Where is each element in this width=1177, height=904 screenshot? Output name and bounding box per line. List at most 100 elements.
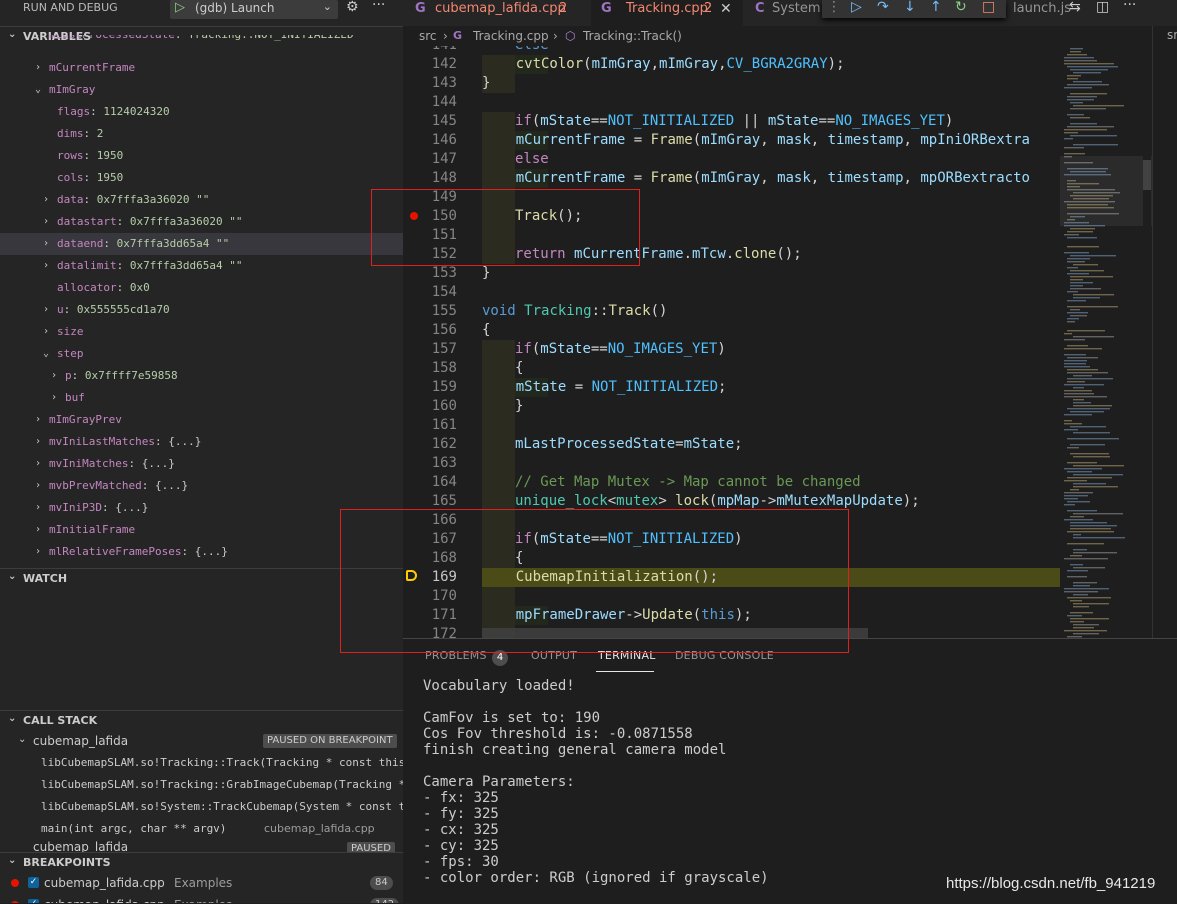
code-text[interactable]: // Get Map Mutex -> Map cannot be change… [515, 473, 861, 492]
code-editor[interactable]: 141else142 cvtColor(mImGray,mImGray,CV_B… [403, 46, 1060, 638]
variable-row[interactable]: cols: 1950 [0, 167, 403, 189]
variable-row[interactable]: › mImGrayPrev [0, 409, 403, 431]
checkbox-checked-icon[interactable]: ✓ [28, 899, 39, 903]
variable-row[interactable]: › size [0, 321, 403, 343]
code-line[interactable]: 152 return mCurrentFrame.mTcw.clone(); [403, 245, 1060, 264]
code-line[interactable]: 150 Track(); [403, 207, 1060, 226]
breakpoint-item[interactable]: ✓ cubemap_lafida.cpp Examples 142 [0, 894, 403, 903]
variable-row[interactable]: › dataend: 0x7fffa3dd65a4 "" [0, 233, 403, 255]
code-text[interactable]: else [515, 150, 549, 169]
code-text[interactable]: mCurrentFrame = Frame(mImGray, mask, tim… [482, 131, 1030, 150]
chevron-right-icon[interactable]: › [35, 453, 41, 475]
line-number[interactable]: 163 [403, 454, 457, 473]
code-line[interactable]: 160} [403, 397, 1060, 416]
scrollbar-thumb[interactable] [1143, 160, 1151, 190]
code-text[interactable]: } [515, 397, 523, 416]
line-number[interactable]: 157 [403, 340, 457, 359]
tab-terminal[interactable]: TERMINAL [598, 649, 656, 662]
variable-row[interactable]: ›mLastProcessedState: Tracking::NOT_INIT… [0, 35, 403, 47]
code-line[interactable]: 148 mCurrentFrame = Frame(mImGray, mask,… [403, 169, 1060, 188]
variable-row[interactable]: › datastart: 0x7fffa3a36020 "" [0, 211, 403, 233]
variable-row[interactable]: › datalimit: 0x7fffa3dd65a4 "" [0, 255, 403, 277]
tab-cubemap-lafida[interactable]: G cubemap_lafida.cpp 2 [403, 0, 591, 26]
code-line[interactable]: 158 { [403, 359, 1060, 378]
code-line[interactable]: 159 mState = NOT_INITIALIZED; [403, 378, 1060, 397]
variable-row[interactable]: flags: 1124024320 [0, 101, 403, 123]
code-line[interactable]: 171 mpFrameDrawer->Update(this); [403, 606, 1060, 625]
code-text[interactable]: mpFrameDrawer->Update(this); [482, 606, 752, 625]
vertical-scrollbar[interactable] [1143, 46, 1151, 638]
minimap[interactable] [1060, 46, 1152, 638]
code-line[interactable]: 149 [403, 188, 1060, 207]
chevron-right-icon[interactable]: › [43, 233, 49, 255]
call-stack-section-header[interactable]: ⌄ CALL STACK [0, 710, 403, 730]
chevron-down-icon[interactable]: ⌄ [323, 0, 332, 13]
line-number[interactable]: 153 [403, 264, 457, 283]
code-text[interactable]: mLastProcessedState=mState; [515, 435, 743, 454]
line-number[interactable]: 147 [403, 150, 457, 169]
variable-row[interactable]: › mvIniLastMatches: {...} [0, 431, 403, 453]
chevron-right-icon[interactable]: › [35, 497, 41, 519]
line-number[interactable]: 170 [403, 587, 457, 606]
compare-icon[interactable]: ⇆ [1069, 0, 1081, 15]
code-line[interactable]: 170 [403, 587, 1060, 606]
line-number[interactable]: 159 [403, 378, 457, 397]
line-number[interactable]: 141 [403, 46, 457, 55]
chevron-right-icon[interactable]: › [43, 189, 49, 211]
breadcrumb-file[interactable]: Tracking.cpp [473, 26, 549, 46]
chevron-right-icon[interactable]: › [35, 541, 41, 563]
code-text[interactable]: else [515, 46, 549, 55]
gear-icon[interactable]: ⚙ [346, 0, 359, 15]
chevron-right-icon[interactable]: › [35, 475, 41, 497]
line-number[interactable]: 146 [403, 131, 457, 150]
chevron-right-icon[interactable]: › [43, 299, 49, 321]
variable-row[interactable]: › mInitialFrame [0, 519, 403, 541]
chevron-down-icon[interactable]: ⌄ [43, 343, 49, 365]
code-text[interactable]: unique_lock<mutex> lock(mpMap->mMutexMap… [515, 492, 920, 511]
chevron-right-icon[interactable]: › [43, 211, 49, 233]
variable-row[interactable]: ⌄ step [0, 343, 403, 365]
line-number[interactable]: 171 [403, 606, 457, 625]
line-number[interactable]: 151 [403, 226, 457, 245]
code-text[interactable]: { [482, 321, 490, 340]
chevron-right-icon[interactable]: › [35, 409, 41, 431]
chevron-right-icon[interactable]: › [35, 57, 41, 79]
split-editor-icon[interactable]: ◫ [1096, 0, 1109, 15]
minimap-slider[interactable] [1060, 156, 1152, 226]
breadcrumb-folder[interactable]: src [1167, 28, 1177, 42]
code-line[interactable]: 141 else [403, 46, 1060, 55]
chevron-down-icon[interactable]: ⌄ [35, 79, 41, 101]
call-stack-thread[interactable]: ⌄ cubemap_lafida PAUSED ON BREAKPOINT [0, 730, 403, 752]
horizontal-scrollbar[interactable] [482, 628, 868, 638]
line-number[interactable]: 143 [403, 74, 457, 93]
more-actions-icon[interactable]: ··· [372, 0, 385, 13]
code-text[interactable]: mCurrentFrame = Frame(mImGray, mask, tim… [482, 169, 1030, 188]
line-number[interactable]: 158 [403, 359, 457, 378]
code-line[interactable]: 146 mCurrentFrame = Frame(mImGray, mask,… [403, 131, 1060, 150]
code-line[interactable]: 154 [403, 283, 1060, 302]
restart-icon[interactable]: ↻ [955, 0, 967, 15]
call-stack-frame[interactable]: main(int argc, char ** argv) cubemap_laf… [0, 818, 403, 840]
call-stack-frame[interactable]: libCubemapSLAM.so!System::TrackCubemap(S… [0, 796, 403, 818]
watch-section-header[interactable]: ⌄ WATCH [0, 568, 403, 588]
chevron-right-icon[interactable]: › [43, 321, 49, 343]
code-text[interactable]: if(mState==NOT_INITIALIZED || mState==NO… [515, 112, 953, 131]
code-line[interactable]: 161 [403, 416, 1060, 435]
line-number[interactable]: 144 [403, 93, 457, 112]
code-line[interactable]: 169 CubemapInitialization(); [403, 568, 1060, 587]
code-line[interactable]: 165 unique_lock<mutex> lock(mpMap->mMutex… [403, 492, 1060, 511]
code-line[interactable]: 151 [403, 226, 1060, 245]
tab-debug-console[interactable]: DEBUG CONSOLE [675, 649, 774, 662]
chevron-right-icon[interactable]: › [51, 387, 57, 409]
code-line[interactable]: 145 if(mState==NOT_INITIALIZED || mState=… [403, 112, 1060, 131]
code-text[interactable]: if(mState==NO_IMAGES_YET) [515, 340, 726, 359]
breadcrumb-folder[interactable]: src [419, 26, 437, 46]
code-text[interactable]: return mCurrentFrame.mTcw.clone(); [515, 245, 802, 264]
launch-config-select[interactable]: ▷ (gdb) Launch ⌄ [170, 0, 338, 19]
checkbox-checked-icon[interactable]: ✓ [28, 877, 39, 888]
variable-row[interactable]: › mvbPrevMatched: {...} [0, 475, 403, 497]
tab-problems[interactable]: PROBLEMS [425, 649, 487, 662]
line-number[interactable]: 145 [403, 112, 457, 131]
step-into-icon[interactable]: ↓ [904, 0, 916, 15]
variable-row[interactable]: › buf [0, 387, 403, 409]
